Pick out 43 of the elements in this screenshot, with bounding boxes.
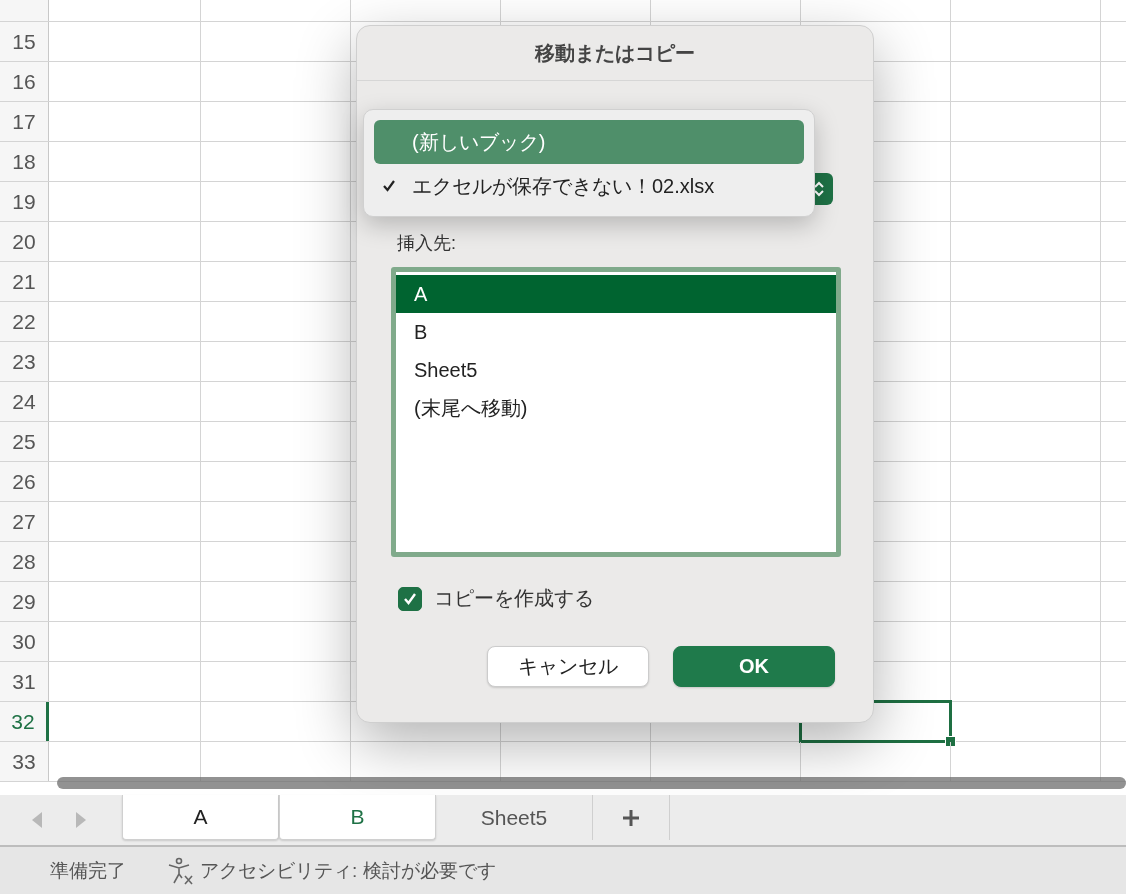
row-number[interactable]: 26: [0, 462, 49, 501]
add-sheet-icon[interactable]: [622, 808, 640, 827]
checkbox-label: コピーを作成する: [434, 586, 594, 611]
accessibility-status[interactable]: アクセシビリティ: 検討が必要です: [200, 857, 496, 884]
row-number[interactable]: 23: [0, 342, 49, 381]
checkbox[interactable]: [398, 586, 422, 611]
row-number[interactable]: 33: [0, 742, 49, 781]
row-number[interactable]: 19: [0, 182, 49, 221]
list-item[interactable]: Sheet5: [396, 351, 836, 389]
insert-label: 挿入先:: [397, 232, 457, 255]
sheet-tab[interactable]: Sheet5: [436, 795, 593, 840]
status-text: 準備完了: [50, 858, 126, 883]
menu-item[interactable]: (新しいブック): [374, 120, 804, 164]
row-number[interactable]: 16: [0, 62, 49, 101]
list-item[interactable]: (末尾へ移動): [396, 389, 836, 427]
list-item[interactable]: B: [396, 313, 836, 351]
row-number[interactable]: 20: [0, 222, 49, 261]
sheet-listbox[interactable]: A B Sheet5 (末尾へ移動): [391, 267, 841, 557]
ok-button[interactable]: OK: [673, 646, 835, 687]
row-number[interactable]: 22: [0, 302, 49, 341]
menu-item[interactable]: エクセルが保存できない！02.xlsx: [374, 164, 804, 208]
row-number[interactable]: 32: [0, 702, 49, 741]
cancel-button[interactable]: キャンセル: [487, 646, 649, 687]
row-number[interactable]: 27: [0, 502, 49, 541]
checkmark-icon: [403, 591, 417, 606]
dialog-title: 移動またはコピー: [357, 26, 873, 81]
sheet-tab[interactable]: A: [122, 795, 279, 840]
row-number[interactable]: 24: [0, 382, 49, 421]
list-item[interactable]: A: [396, 275, 836, 313]
horizontal-scrollbar[interactable]: [57, 777, 1126, 789]
row-number[interactable]: 29: [0, 582, 49, 621]
row-number[interactable]: 15: [0, 22, 49, 61]
row-number[interactable]: 30: [0, 622, 49, 661]
checkmark-icon: [382, 179, 396, 193]
row-number[interactable]: 18: [0, 142, 49, 181]
row-number[interactable]: 28: [0, 542, 49, 581]
chevron-up-down-icon: [812, 179, 826, 199]
accessibility-icon[interactable]: [166, 855, 196, 886]
row-number[interactable]: 17: [0, 102, 49, 141]
row-number[interactable]: 25: [0, 422, 49, 461]
row-number[interactable]: 31: [0, 662, 49, 701]
sheet-tab[interactable]: B: [279, 795, 436, 840]
row-number[interactable]: 21: [0, 262, 49, 301]
